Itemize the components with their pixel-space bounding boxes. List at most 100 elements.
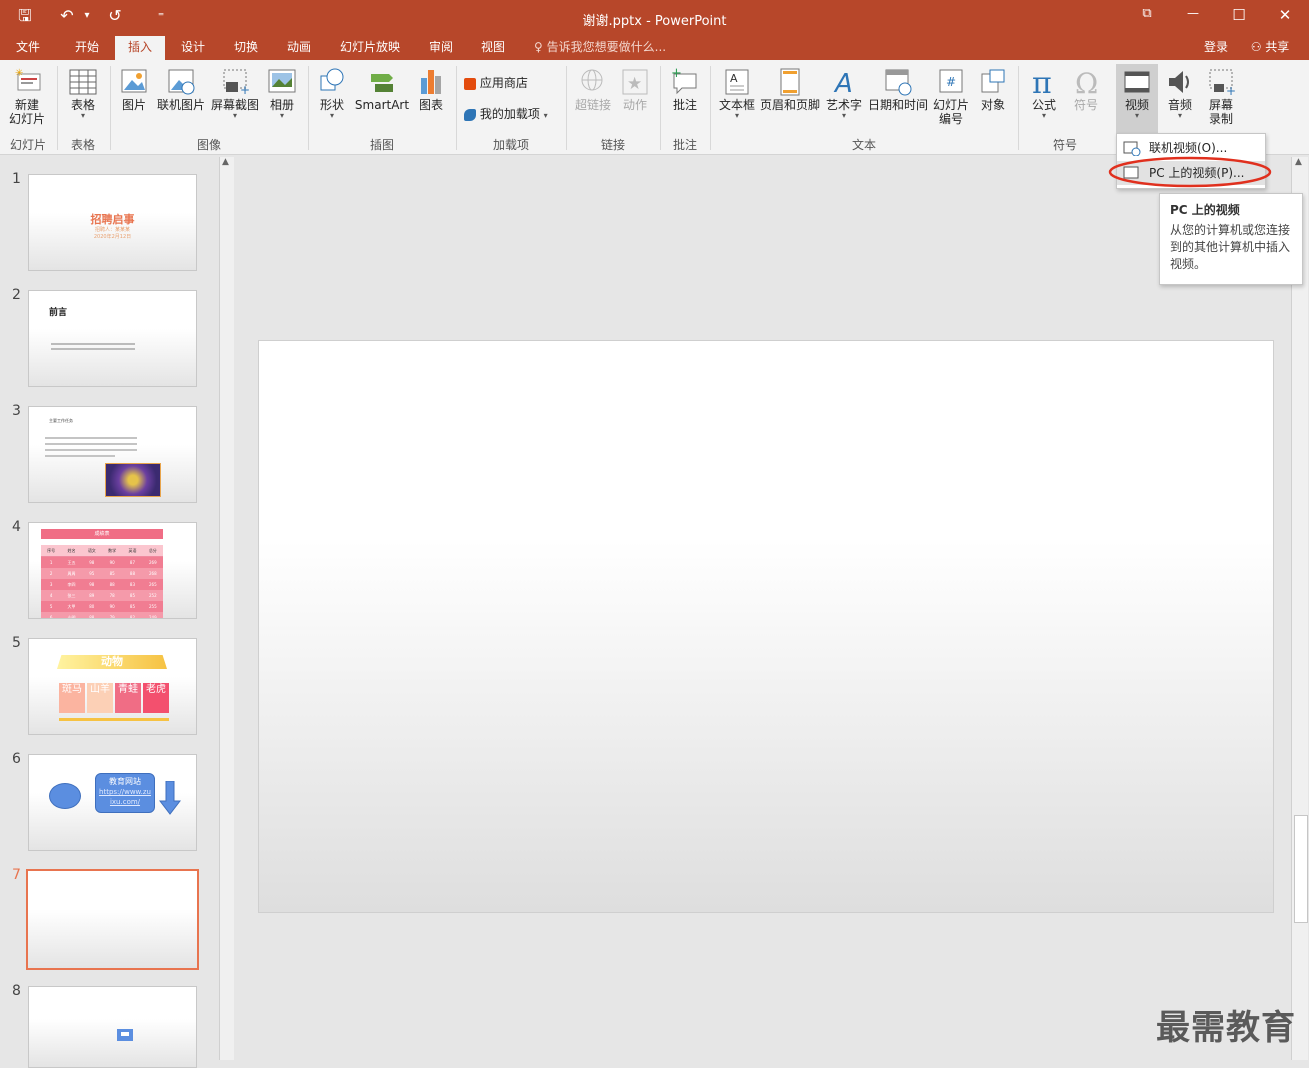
table-button[interactable]: 表格 ▾ bbox=[62, 66, 104, 120]
thumb-cell: 老虎 bbox=[143, 683, 169, 713]
header-footer-button[interactable]: 页眉和页脚 bbox=[758, 66, 822, 112]
my-addins-button[interactable]: 我的加载项 ▾ bbox=[464, 105, 564, 122]
score-table-cell: 98 bbox=[81, 579, 102, 590]
thumb-text-line bbox=[45, 449, 137, 451]
tab-design[interactable]: 设计 bbox=[168, 36, 218, 60]
scroll-up-icon[interactable]: ▲ bbox=[222, 157, 229, 167]
online-picture-button[interactable]: 联机图片 bbox=[154, 66, 208, 112]
object-button[interactable]: 对象 bbox=[974, 66, 1012, 112]
tab-insert[interactable]: 插入 bbox=[115, 36, 165, 60]
score-table: 序号 姓名 语文 数学 英语 总分 1 王五 98 90 87 269 2 周周 95 85 88 268 3 李四… bbox=[41, 545, 163, 618]
tell-me-box[interactable]: ♀ 告诉我您想要做什么... bbox=[534, 36, 674, 60]
slide-thumbnail-8[interactable] bbox=[28, 986, 197, 1068]
datetime-button[interactable]: 日期和时间 bbox=[866, 66, 930, 112]
slide-thumbnail-3[interactable]: 主要工作任务 bbox=[28, 406, 197, 503]
group-label-illustrations: 插图 bbox=[369, 138, 394, 152]
store-button[interactable]: 应用商店 bbox=[464, 74, 560, 91]
tab-slideshow[interactable]: 幻灯片放映 bbox=[330, 36, 410, 60]
comment-button[interactable]: + 批注 bbox=[666, 66, 704, 112]
slide-thumbnail-4[interactable]: 成绩表 序号 姓名 语文 数学 英语 总分 1 王五 98 90 87 269 2 周周 95 85 88 26… bbox=[28, 522, 197, 619]
comment-icon: + bbox=[671, 66, 697, 95]
textbox-icon: A bbox=[725, 69, 749, 95]
scroll-thumb[interactable] bbox=[1294, 815, 1308, 923]
chevron-down-icon: ▾ bbox=[734, 111, 739, 120]
scroll-up-icon[interactable]: ▲ bbox=[1295, 157, 1302, 167]
hyperlink-button[interactable]: 超链接 bbox=[572, 66, 614, 112]
slide-number-button[interactable]: # 幻灯片 编号 bbox=[932, 66, 970, 126]
close-icon[interactable]: ✕ bbox=[1270, 6, 1300, 24]
slide-thumbnail-5[interactable]: 动物 斑马 山羊 青蛙 老虎 bbox=[28, 638, 197, 735]
thumb-title: 主要工作任务 bbox=[49, 418, 73, 423]
slide-thumbnail-2[interactable]: 前言 bbox=[28, 290, 197, 387]
shape-button[interactable]: 形状 ▾ bbox=[314, 66, 350, 120]
hyperlink-label: 超链接 bbox=[574, 98, 611, 112]
group-divider bbox=[110, 66, 111, 150]
new-slide-button[interactable]: ✳ 新建 幻灯片 bbox=[4, 66, 50, 126]
store-label: 应用商店 bbox=[479, 76, 528, 90]
chart-button[interactable]: 图表 bbox=[414, 66, 448, 112]
score-table-cell: 89 bbox=[81, 590, 102, 601]
maximize-icon[interactable]: ☐ bbox=[1224, 6, 1254, 24]
picture-icon bbox=[121, 69, 147, 93]
group-divider bbox=[1018, 66, 1019, 150]
equation-label: 公式 bbox=[1031, 98, 1056, 112]
svg-text:Ω: Ω bbox=[1075, 67, 1098, 98]
share-button[interactable]: ⚇ 共享 bbox=[1240, 36, 1300, 60]
slide-canvas[interactable] bbox=[258, 340, 1274, 913]
album-icon bbox=[268, 69, 296, 93]
editor-scrollbar[interactable]: ▲ bbox=[1291, 157, 1308, 1060]
ribbon-display-options-icon[interactable]: ⧉ bbox=[1132, 6, 1162, 21]
action-button[interactable]: ★ 动作 bbox=[616, 66, 654, 112]
login-link[interactable]: 登录 bbox=[1196, 36, 1236, 60]
score-table-cell: 4 bbox=[41, 590, 62, 601]
chevron-down-icon: ▾ bbox=[1134, 111, 1139, 120]
minimize-icon[interactable]: — bbox=[1178, 6, 1208, 20]
thumb-rounded-box: 教育网站 https://www.zuixu.com/ bbox=[95, 773, 155, 813]
video-button[interactable]: 视频 ▾ bbox=[1116, 64, 1158, 136]
equation-button[interactable]: π 公式 ▾ bbox=[1024, 66, 1064, 120]
album-button[interactable]: 相册 ▾ bbox=[264, 66, 300, 120]
screen-record-label-2: 录制 bbox=[1208, 112, 1233, 126]
screen-record-button[interactable]: + 屏幕 录制 bbox=[1202, 66, 1240, 126]
store-icon bbox=[464, 77, 476, 90]
screen-record-icon: + bbox=[1209, 69, 1236, 98]
tab-view[interactable]: 视图 bbox=[468, 36, 518, 60]
group-label-images: 图像 bbox=[196, 138, 221, 152]
score-table-cell: 88 bbox=[122, 568, 143, 579]
score-table-header: 语文 bbox=[81, 545, 102, 557]
tab-animations[interactable]: 动画 bbox=[274, 36, 324, 60]
highlight-circle bbox=[1108, 156, 1272, 188]
tab-home[interactable]: 开始 bbox=[62, 36, 112, 60]
online-picture-label: 联机图片 bbox=[156, 98, 205, 112]
tab-transitions[interactable]: 切换 bbox=[221, 36, 271, 60]
slide-number-label-1: 幻灯片 bbox=[932, 98, 969, 112]
tab-review[interactable]: 审阅 bbox=[416, 36, 466, 60]
chart-icon bbox=[421, 70, 441, 94]
smartart-button[interactable]: SmartArt bbox=[352, 66, 412, 112]
thumb-text-line bbox=[45, 455, 115, 457]
picture-button[interactable]: 图片 bbox=[116, 66, 152, 112]
symbol-button[interactable]: Ω 符号 bbox=[1066, 66, 1106, 112]
screenshot-button[interactable]: + 屏幕截图 ▾ bbox=[208, 66, 262, 120]
slide-thumbnail-6[interactable]: 教育网站 https://www.zuixu.com/ bbox=[28, 754, 197, 851]
score-table-cell: 90 bbox=[101, 556, 123, 568]
audio-button[interactable]: 音频 ▾ bbox=[1160, 66, 1200, 120]
ribbon-insert: ✳ 新建 幻灯片 表格 ▾ 图片 联机图片 + 屏幕截图 ▾ 相册 ▾ 形状 ▾… bbox=[0, 60, 1309, 155]
tab-file[interactable]: 文件 bbox=[4, 36, 52, 60]
thumbnail-scrollbar[interactable]: ▲ bbox=[219, 157, 234, 1060]
group-divider bbox=[566, 66, 567, 150]
slide-number: 6 bbox=[12, 751, 21, 767]
group-divider bbox=[456, 66, 457, 150]
thumb-text-line bbox=[45, 437, 137, 439]
wordart-button[interactable]: A 艺术字 ▾ bbox=[824, 66, 864, 120]
textbox-button[interactable]: A 文本框 ▾ bbox=[716, 66, 758, 120]
score-table-cell: 85 bbox=[122, 601, 143, 612]
addins-icon bbox=[464, 108, 476, 121]
thumb-box-title: 教育网站 bbox=[109, 777, 141, 786]
hyperlink-icon bbox=[581, 69, 603, 91]
thumb-underline bbox=[59, 718, 169, 721]
slide-thumbnail-7[interactable] bbox=[26, 869, 199, 970]
slide-thumbnail-1[interactable]: 招聘启事 招聘人：某某某 2020年2月12日 bbox=[28, 174, 197, 271]
arrow-down-icon bbox=[159, 781, 181, 815]
score-table-cell: 269 bbox=[142, 556, 163, 568]
